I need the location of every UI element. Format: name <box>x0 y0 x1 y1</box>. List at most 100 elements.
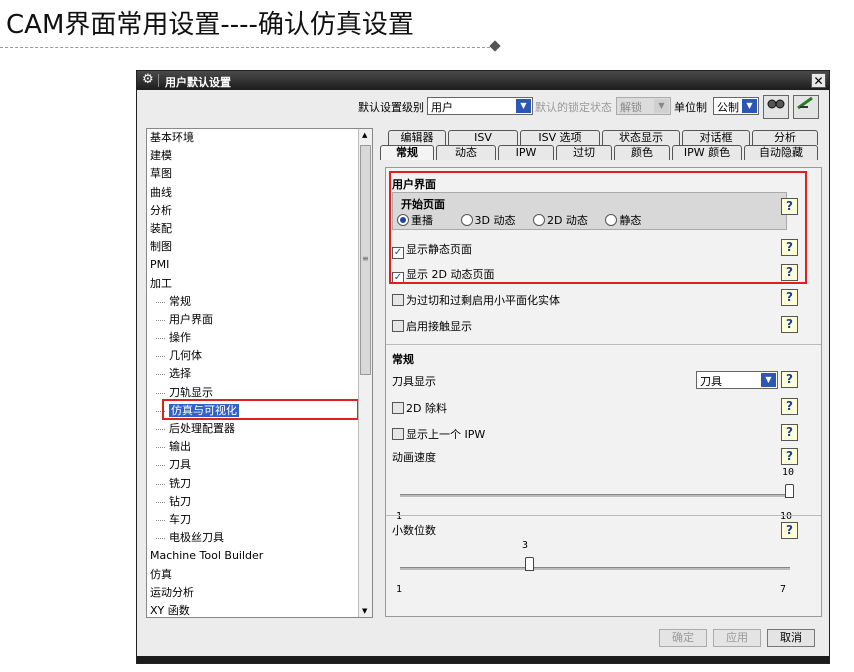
tree-item[interactable]: 分析 <box>147 202 372 220</box>
help-icon[interactable]: ? <box>781 316 798 333</box>
tree-item[interactable]: 选择 <box>147 365 372 383</box>
tree-item[interactable]: 刀具 <box>147 456 372 474</box>
level-value: 用户 <box>431 101 453 114</box>
settings-content: 用户界面 开始页面 重播 3D 动态 2D 动态 静态 ? ✓ 显示静态页面 ? … <box>385 167 822 617</box>
glasses-icon-svg <box>767 99 785 109</box>
tab-isv-options[interactable]: ISV 选项 <box>520 130 600 145</box>
help-icon[interactable]: ? <box>781 398 798 415</box>
settings-tabs: 编辑器 ISV ISV 选项 状态显示 对话框 分析 常规 动态 IPW 过切 … <box>380 130 820 160</box>
unit-select[interactable]: 公制 ▼ <box>713 97 759 115</box>
checkbox-empty-icon <box>392 294 404 306</box>
tab-status-display[interactable]: 状态显示 <box>602 130 680 145</box>
residual-2d-row[interactable]: 2D 除料 <box>392 400 447 416</box>
help-icon[interactable]: ? <box>781 424 798 441</box>
tab-row-2: 常规 动态 IPW 过切 颜色 IPW 颜色 自动隐藏 <box>380 145 820 160</box>
decimals-label: 小数位数 <box>392 524 436 537</box>
tree-item[interactable]: 车刀 <box>147 511 372 529</box>
cancel-button[interactable]: 取消 <box>767 629 815 647</box>
tree-scrollbar[interactable]: ▲ ≡ ▼ <box>358 129 372 617</box>
level-select[interactable]: 用户 ▼ <box>427 97 533 115</box>
tree-item-label: 加工 <box>150 276 172 290</box>
tree-item[interactable]: PMI <box>147 256 372 274</box>
tree-item[interactable]: XY 函数 <box>147 602 372 617</box>
decimals-thumb[interactable] <box>525 557 534 571</box>
tab-analysis[interactable]: 分析 <box>752 130 818 145</box>
tree-item-label: 分析 <box>150 203 172 217</box>
tab-editor[interactable]: 编辑器 <box>388 130 446 145</box>
tree-item[interactable]: Machine Tool Builder <box>147 547 372 565</box>
apply-button[interactable]: 应用 <box>713 629 761 647</box>
tree-item[interactable]: 后处理配置器 <box>147 420 372 438</box>
close-icon[interactable]: ✕ <box>811 73 826 88</box>
arrow-import-icon[interactable] <box>793 95 819 119</box>
tree-item[interactable]: 电极丝刀具 <box>147 529 372 547</box>
tab-color[interactable]: 颜色 <box>614 145 670 160</box>
tree-item-label: 仿真 <box>150 567 172 581</box>
scroll-down-icon[interactable]: ▼ <box>362 607 367 615</box>
anim-speed-min: 1 <box>396 511 403 522</box>
tree-item-label: 几何体 <box>169 349 202 363</box>
tree-item[interactable]: 运动分析 <box>147 584 372 602</box>
tab-isv[interactable]: ISV <box>448 130 518 145</box>
decimals-min: 1 <box>396 584 403 595</box>
tree-item-label: Machine Tool Builder <box>150 549 264 563</box>
gear-icon[interactable]: ⚙ <box>142 72 154 87</box>
section-divider <box>386 515 821 516</box>
small-plane-row[interactable]: 为过切和过剩启用小平面化实体 <box>392 292 560 308</box>
tab-general[interactable]: 常规 <box>380 145 434 160</box>
tree-item-label: 操作 <box>169 331 191 345</box>
tree-item[interactable]: 建模 <box>147 147 372 165</box>
tree-item[interactable]: 装配 <box>147 220 372 238</box>
checkbox-empty-icon <box>392 320 404 332</box>
tree-item[interactable]: 常规 <box>147 293 372 311</box>
show-prev-ipw-row[interactable]: 显示上一个 IPW <box>392 426 485 442</box>
tree-item[interactable]: 仿真 <box>147 566 372 584</box>
unit-value: 公制 <box>717 101 739 114</box>
contact-display-row[interactable]: 启用接触显示 <box>392 318 472 334</box>
help-icon[interactable]: ? <box>781 371 798 388</box>
tab-dialog[interactable]: 对话框 <box>682 130 750 145</box>
tree-item[interactable]: 加工 <box>147 275 372 293</box>
anim-speed-track[interactable] <box>400 494 790 497</box>
help-icon[interactable]: ? <box>781 448 798 465</box>
tree-item[interactable]: 操作 <box>147 329 372 347</box>
unit-label: 单位制 <box>674 101 707 114</box>
tree-item[interactable]: 铣刀 <box>147 475 372 493</box>
tree-item[interactable]: 用户界面 <box>147 311 372 329</box>
tool-display-select[interactable]: 刀具 ▼ <box>696 371 778 389</box>
chevron-down-icon: ▼ <box>742 99 757 113</box>
tree-item[interactable]: 曲线 <box>147 184 372 202</box>
defaults-toolbar: 默认设置级别 用户 ▼ 默认的锁定状态 解锁 ▼ 单位制 公制 ▼ <box>137 95 829 121</box>
show-prev-ipw-label: 显示上一个 IPW <box>406 428 486 441</box>
anim-speed-thumb[interactable] <box>785 484 794 498</box>
tree-item-label: 选择 <box>169 367 191 381</box>
help-icon[interactable]: ? <box>781 289 798 306</box>
decimals-track[interactable] <box>400 567 790 570</box>
tree-item[interactable]: 输出 <box>147 438 372 456</box>
tool-display-label: 刀具显示 <box>392 375 436 388</box>
help-icon[interactable]: ? <box>781 522 798 539</box>
contact-display-label: 启用接触显示 <box>406 320 472 333</box>
tree-item[interactable]: 钻刀 <box>147 493 372 511</box>
category-tree[interactable]: 基本环境 建模 草图 曲线 分析装配制图 PMI 加工常规 用户界面操作几何体选择刀轨显示仿真… <box>146 128 373 618</box>
arrow-import-icon-svg <box>797 96 813 110</box>
decimals-max: 7 <box>780 584 787 595</box>
tree-item[interactable]: 基本环境 <box>147 129 372 147</box>
ok-button[interactable]: 确定 <box>659 629 707 647</box>
tree-item-label: 制图 <box>150 240 172 254</box>
lock-select[interactable]: 解锁 ▼ <box>616 97 671 115</box>
tab-dynamic[interactable]: 动态 <box>436 145 496 160</box>
tab-ipw-color[interactable]: IPW 颜色 <box>672 145 742 160</box>
decimals-value: 3 <box>522 540 529 551</box>
scroll-up-icon[interactable]: ▲ <box>362 131 367 139</box>
glasses-icon[interactable] <box>763 95 789 119</box>
tab-auto-hide[interactable]: 自动隐藏 <box>744 145 818 160</box>
tab-ipw[interactable]: IPW <box>498 145 554 160</box>
tab-gouge[interactable]: 过切 <box>556 145 612 160</box>
tree-item[interactable]: 制图 <box>147 238 372 256</box>
tree-item[interactable]: 草图 <box>147 165 372 183</box>
tree-item[interactable]: 几何体 <box>147 347 372 365</box>
tree-list: 基本环境 建模 草图 曲线 分析装配制图 PMI 加工常规 用户界面操作几何体选择刀轨显示仿真… <box>147 129 372 617</box>
lock-label: 默认的锁定状态 <box>535 101 612 114</box>
tree-item-label: 刀轨显示 <box>169 385 213 399</box>
